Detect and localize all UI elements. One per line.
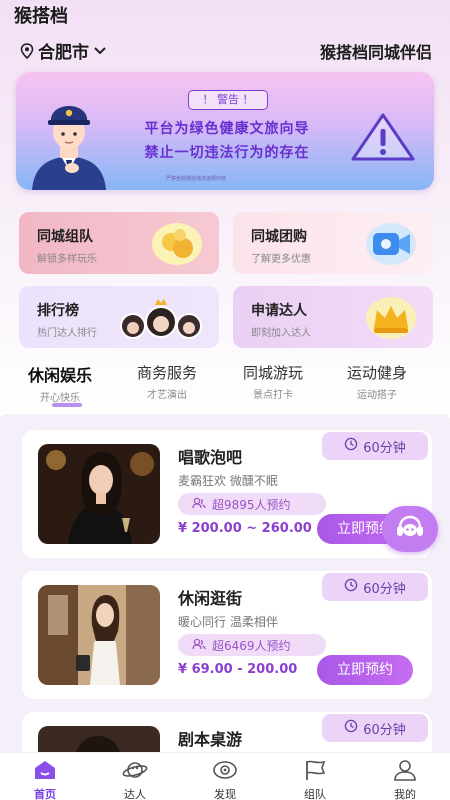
user-icon bbox=[392, 760, 418, 785]
video-camera-icon bbox=[365, 222, 417, 270]
service-card[interactable]: 休闲逛街 暖心同行 温柔相伴 超6469人预约 ¥ 69.00 - 200.00… bbox=[22, 571, 432, 699]
service-photo bbox=[38, 444, 160, 544]
warning-banner[interactable]: ！ 警告 ！ 平台为绿色健康文旅向导 禁止一切违法行为的存在 严禁色情低俗违法违… bbox=[16, 72, 434, 190]
service-title: 剧本桌游 bbox=[178, 730, 243, 749]
tab-business-service[interactable]: 商务服务 才艺演出 bbox=[137, 362, 197, 401]
banner-text-line-2: 禁止一切违法行为的存在 bbox=[144, 145, 310, 161]
tab-subtitle: 才艺演出 bbox=[147, 390, 187, 401]
city-name: 合肥市 bbox=[38, 43, 89, 63]
nav-item-profile[interactable]: 我的 bbox=[360, 753, 450, 800]
service-subtitle: 暖心同行 温柔相伴 bbox=[178, 615, 278, 629]
clock-icon bbox=[344, 437, 358, 455]
service-photo bbox=[38, 585, 160, 685]
booking-count: 超9895人预约 bbox=[212, 497, 291, 512]
tab-title: 运动健身 bbox=[347, 364, 408, 382]
feature-group-buy[interactable]: 同城团购 了解更多优惠 bbox=[233, 212, 433, 274]
header-background bbox=[0, 0, 450, 420]
service-title: 唱歌泡吧 bbox=[178, 448, 243, 467]
bottom-navigation: 首页 达人 发现 组队 我的 bbox=[0, 752, 450, 800]
nav-item-team[interactable]: 组队 bbox=[270, 753, 360, 800]
duration-text: 60分钟 bbox=[363, 722, 406, 738]
eye-icon bbox=[212, 761, 238, 785]
location-pin-icon bbox=[20, 42, 34, 59]
duration-badge: 60分钟 bbox=[322, 432, 428, 460]
nav-label: 首页 bbox=[34, 788, 56, 800]
booking-count-badge: 超6469人预约 bbox=[178, 634, 326, 656]
warning-tag: ！ 警告 ！ bbox=[188, 90, 268, 110]
tab-sports-fitness[interactable]: 运动健身 运动搭子 bbox=[347, 362, 407, 401]
home-icon bbox=[33, 761, 57, 785]
duration-badge: 60分钟 bbox=[322, 573, 428, 601]
nav-label: 组队 bbox=[304, 788, 326, 800]
tab-leisure-entertainment[interactable]: 休闲娱乐 开心快乐 bbox=[28, 362, 92, 404]
users-icon bbox=[192, 638, 206, 653]
tab-title: 商务服务 bbox=[137, 364, 198, 382]
app-slogan: 猴搭档同城伴侣 bbox=[319, 43, 432, 62]
nav-label: 我的 bbox=[394, 788, 416, 800]
booking-count-badge: 超9895人预约 bbox=[178, 493, 326, 515]
feature-team-up[interactable]: 同城组队 解锁多样玩乐 bbox=[19, 212, 219, 274]
city-selector[interactable]: 合肥市 bbox=[20, 38, 107, 63]
tab-city-tour[interactable]: 同城游玩 景点打卡 bbox=[243, 362, 303, 401]
tab-title: 同城游玩 bbox=[243, 364, 304, 382]
warning-triangle-icon bbox=[350, 112, 416, 166]
feature-apply-talent[interactable]: 申请达人 即刻加入达人 bbox=[233, 286, 433, 348]
duration-text: 60分钟 bbox=[363, 581, 406, 597]
top-talent-avatars-icon bbox=[119, 296, 203, 346]
section-divider bbox=[0, 414, 450, 420]
price-range: ¥ 69.00 - 200.00 bbox=[178, 662, 298, 677]
booking-count: 超6469人预约 bbox=[212, 638, 291, 653]
tab-title: 休闲娱乐 bbox=[28, 366, 93, 385]
chevron-down-icon bbox=[93, 46, 107, 56]
nav-item-discover[interactable]: 发现 bbox=[180, 753, 270, 800]
price-range: ¥ 200.00 ~ 260.00 bbox=[178, 521, 312, 536]
tab-subtitle: 开心快乐 bbox=[40, 393, 80, 404]
service-subtitle: 麦霸狂欢 微醺不眠 bbox=[178, 474, 278, 488]
duration-text: 60分钟 bbox=[363, 440, 406, 456]
nav-label: 发现 bbox=[214, 788, 236, 800]
app-title: 猴搭档 bbox=[14, 6, 68, 27]
book-now-button[interactable]: 立即预约 bbox=[317, 655, 413, 685]
nav-item-home[interactable]: 首页 bbox=[0, 753, 90, 800]
users-icon bbox=[192, 497, 206, 512]
banner-fine-print: 严禁色情低俗违法违规内容 bbox=[166, 176, 227, 182]
service-title: 休闲逛街 bbox=[178, 589, 243, 608]
tab-subtitle: 运动搭子 bbox=[357, 390, 397, 401]
feature-leaderboard[interactable]: 排行榜 热门达人排行 bbox=[19, 286, 219, 348]
clock-icon bbox=[344, 719, 358, 737]
banner-text-line-1: 平台为绿色健康文旅向导 bbox=[144, 121, 310, 137]
clock-icon bbox=[344, 578, 358, 596]
flag-icon bbox=[302, 760, 328, 785]
planet-icon bbox=[122, 762, 148, 785]
police-officer-illustration bbox=[26, 96, 112, 190]
duration-badge: 60分钟 bbox=[322, 714, 428, 742]
tab-subtitle: 景点打卡 bbox=[253, 390, 293, 401]
nav-item-talent[interactable]: 达人 bbox=[90, 753, 180, 800]
service-card[interactable]: 唱歌泡吧 麦霸狂欢 微醺不眠 超9895人预约 ¥ 200.00 ~ 260.0… bbox=[22, 430, 432, 558]
customer-service-button[interactable] bbox=[382, 506, 438, 552]
headset-icon bbox=[394, 514, 426, 544]
team-up-icon bbox=[151, 222, 203, 270]
active-tab-indicator bbox=[52, 403, 82, 407]
nav-label: 达人 bbox=[124, 788, 146, 800]
crown-icon bbox=[365, 296, 417, 344]
